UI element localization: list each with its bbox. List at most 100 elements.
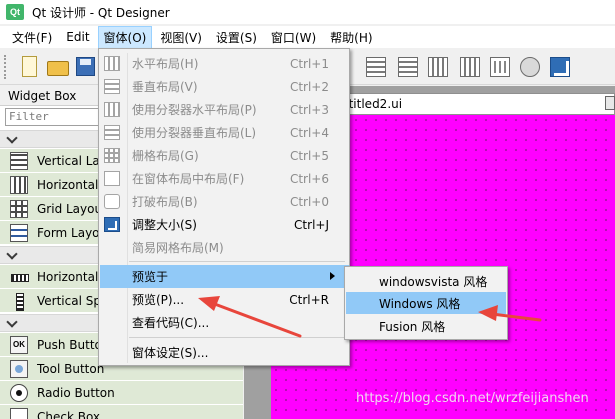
widget-item-label: Check Box xyxy=(37,409,101,419)
menu-item-shortcut: Ctrl+1 xyxy=(289,56,329,71)
menu-bar: 文件(F) Edit 窗体(O) 视图(V) 设置(S) 窗口(W) 帮助(H) xyxy=(0,25,615,49)
layout-vertical-splitter-icon[interactable] xyxy=(398,57,418,77)
vertical-layout-icon xyxy=(104,79,120,94)
grid-layout-icon xyxy=(10,199,28,218)
restore-window-icon[interactable] xyxy=(605,96,615,110)
save-icon[interactable] xyxy=(74,55,98,79)
menu-item-label: 水平布局(H) xyxy=(132,57,199,71)
menu-item-adjust-size[interactable]: 调整大小(S) Ctrl+J xyxy=(100,213,349,236)
horizontal-splitter-icon xyxy=(104,102,120,117)
widget-item-label: Vertical La xyxy=(37,153,99,168)
menu-item-label: 垂直布局(V) xyxy=(132,80,198,94)
menu-item-label: 预览(P)... xyxy=(132,293,185,307)
menu-item-break-layout[interactable]: 打破布局(B) Ctrl+0 xyxy=(100,190,349,213)
form-layout-icon xyxy=(104,171,120,186)
layout-grid-icon[interactable] xyxy=(428,57,448,77)
grid-layout-icon xyxy=(104,148,120,163)
push-button-icon: OK xyxy=(10,335,28,354)
menu-item-shortcut: Ctrl+4 xyxy=(289,125,329,140)
title-bar: Qt Qt 设计师 - Qt Designer xyxy=(0,0,615,24)
widget-item-label: Push Butto xyxy=(37,337,99,352)
menu-separator xyxy=(129,337,345,338)
menu-item-form-settings[interactable]: 窗体设定(S)... xyxy=(100,341,349,364)
widget-item-label: Vertical Sp xyxy=(37,293,99,308)
horizontal-spacer-icon xyxy=(10,268,29,286)
menu-item-form-layout[interactable]: 在窗体布局中布局(F) Ctrl+6 xyxy=(100,167,349,190)
chevron-down-icon xyxy=(6,316,18,328)
horizontal-layout-icon xyxy=(104,56,120,71)
chevron-down-icon xyxy=(6,132,18,144)
menu-help[interactable]: 帮助(H) xyxy=(324,26,378,49)
widget-item-label: Grid Layou xyxy=(37,201,99,216)
menu-item-label: 查看代码(C)... xyxy=(132,316,210,330)
menu-item-shortcut: Ctrl+3 xyxy=(289,102,329,117)
form-layout-icon xyxy=(10,223,28,242)
menu-item-label: 栅格布局(G) xyxy=(132,149,199,163)
widget-item-label: Form Layo xyxy=(37,225,99,240)
menu-item-label: 调整大小(S) xyxy=(132,218,197,232)
menu-item-grid-layout[interactable]: 栅格布局(G) Ctrl+5 xyxy=(100,144,349,167)
menu-item-label: 在窗体布局中布局(F) xyxy=(132,172,245,186)
menu-item-shortcut: Ctrl+J xyxy=(294,217,329,232)
check-box-icon xyxy=(10,407,28,419)
break-layout-icon xyxy=(104,194,120,209)
menu-item-splitter-horizontal[interactable]: 使用分裂器水平布局(P) Ctrl+3 xyxy=(100,98,349,121)
menu-item-preview[interactable]: 预览(P)... Ctrl+R xyxy=(100,288,349,311)
new-file-icon[interactable] xyxy=(18,55,42,79)
menu-item-preview-in[interactable]: 预览于 xyxy=(100,265,349,288)
preview-style-submenu: windowsvista 风格 Windows 风格 Fusion 风格 xyxy=(344,266,508,340)
chevron-down-icon xyxy=(6,248,18,260)
menu-edit[interactable]: Edit xyxy=(60,27,95,47)
break-layout-icon[interactable] xyxy=(520,57,540,77)
menu-item-simplify-grid[interactable]: 简易网格布局(M) xyxy=(100,236,349,259)
menu-item-label: 预览于 xyxy=(132,270,169,284)
open-folder-icon[interactable] xyxy=(46,55,70,79)
submenu-arrow-icon xyxy=(330,272,335,280)
widget-item-label: Radio Button xyxy=(37,385,115,400)
adjust-size-icon xyxy=(104,217,120,232)
menu-item-label: 打破布局(B) xyxy=(132,195,198,209)
vertical-splitter-icon xyxy=(104,125,120,140)
submenu-item-windows[interactable]: Windows 风格 xyxy=(346,292,506,314)
vertical-layout-icon xyxy=(10,151,28,170)
submenu-item-windowsvista[interactable]: windowsvista 风格 xyxy=(346,270,506,292)
layout-grid-alt-icon[interactable] xyxy=(490,57,510,77)
menu-item-view-code[interactable]: 查看代码(C)... xyxy=(100,311,349,334)
form-title-text: ntitled2.ui xyxy=(341,97,403,111)
tool-button-icon xyxy=(10,359,28,378)
qt-app-icon: Qt xyxy=(6,4,24,20)
menu-item-shortcut: Ctrl+6 xyxy=(289,171,329,186)
widget-item-radio-button[interactable]: Radio Button xyxy=(0,381,243,405)
adjust-size-icon[interactable] xyxy=(550,57,570,77)
menu-item-shortcut: Ctrl+2 xyxy=(289,79,329,94)
widget-item-check-box[interactable]: Check Box xyxy=(0,405,243,419)
menu-item-shortcut: Ctrl+0 xyxy=(289,194,329,209)
widget-item-label: Horizontal xyxy=(37,177,99,192)
menu-item-horizontal-layout[interactable]: 水平布局(H) Ctrl+1 xyxy=(100,52,349,75)
layout-form-icon[interactable] xyxy=(460,57,480,77)
menu-item-label: 使用分裂器水平布局(P) xyxy=(132,103,257,117)
menu-settings[interactable]: 设置(S) xyxy=(210,26,263,49)
menu-file[interactable]: 文件(F) xyxy=(6,26,58,49)
submenu-item-fusion[interactable]: Fusion 风格 xyxy=(346,315,506,337)
watermark-text: https://blog.csdn.net/wrzfeijianshen xyxy=(356,391,589,406)
radio-button-icon xyxy=(10,383,28,402)
menu-item-shortcut: Ctrl+5 xyxy=(289,148,329,163)
widget-item-label: Horizontal xyxy=(37,269,99,284)
menu-item-label: 简易网格布局(M) xyxy=(132,241,224,255)
menu-form[interactable]: 窗体(O) xyxy=(97,25,153,49)
menu-item-vertical-layout[interactable]: 垂直布局(V) Ctrl+2 xyxy=(100,75,349,98)
menu-item-shortcut: Ctrl+R xyxy=(289,292,329,307)
menu-view[interactable]: 视图(V) xyxy=(154,26,208,49)
menu-separator xyxy=(129,261,345,262)
toolbar-grip-icon[interactable] xyxy=(4,55,8,79)
menu-item-label: 窗体设定(S)... xyxy=(132,346,209,360)
layout-horizontal-splitter-icon[interactable] xyxy=(366,57,386,77)
menu-item-splitter-vertical[interactable]: 使用分裂器垂直布局(L) Ctrl+4 xyxy=(100,121,349,144)
menu-item-label: 使用分裂器垂直布局(L) xyxy=(132,126,257,140)
menu-window[interactable]: 窗口(W) xyxy=(265,26,322,49)
vertical-spacer-icon xyxy=(10,292,28,311)
window-title: Qt 设计师 - Qt Designer xyxy=(32,5,170,20)
form-menu-dropdown: 水平布局(H) Ctrl+1 垂直布局(V) Ctrl+2 使用分裂器水平布局(… xyxy=(98,48,350,366)
horizontal-layout-icon xyxy=(10,175,28,194)
